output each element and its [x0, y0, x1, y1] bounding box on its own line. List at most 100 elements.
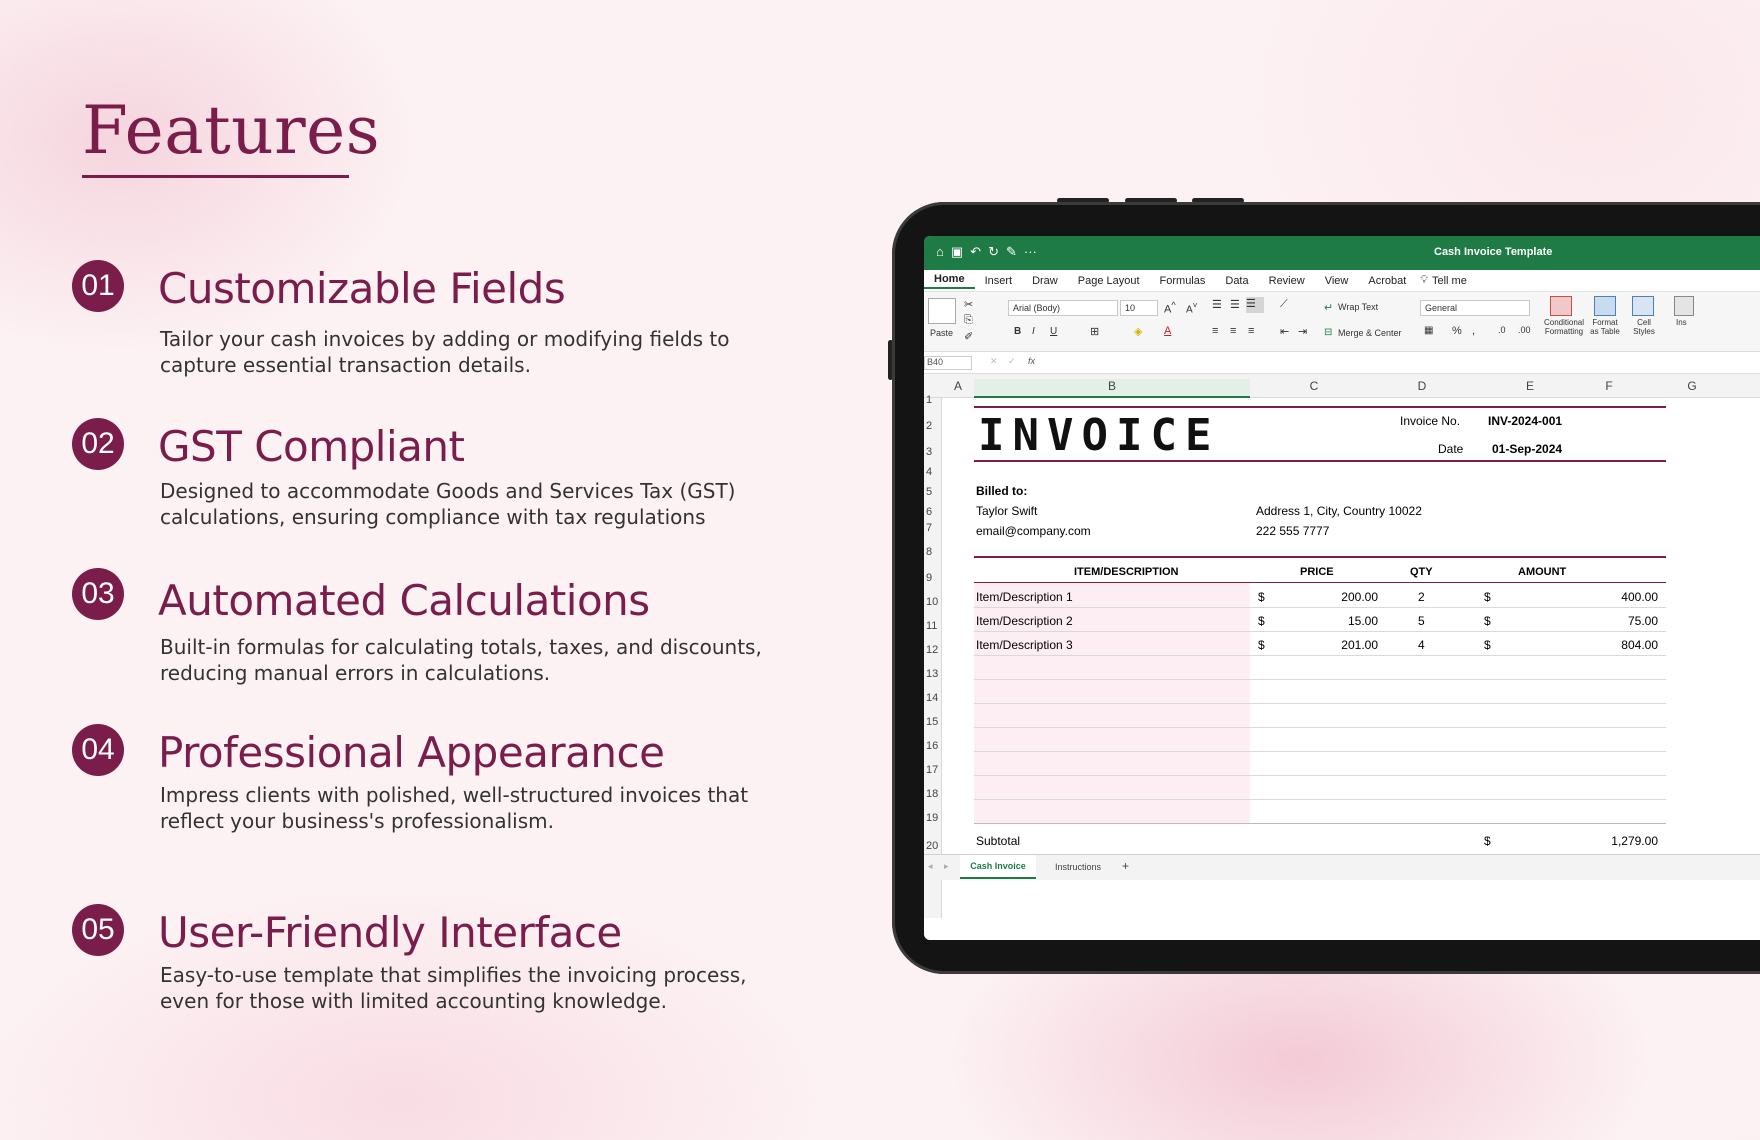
row-header[interactable]: 12 — [926, 644, 938, 656]
sheet-grid[interactable]: 1 2 3 4 5 6 7 8 9 10 11 12 13 14 15 16 1… — [924, 394, 1760, 918]
cell-styles-icon[interactable] — [1632, 296, 1654, 316]
row-header[interactable]: 18 — [926, 788, 938, 800]
item-qty[interactable]: 2 — [1418, 590, 1425, 604]
tab-insert[interactable]: Insert — [975, 275, 1023, 287]
client-address[interactable]: Address 1, City, Country 10022 — [1256, 504, 1422, 518]
copy-icon[interactable]: ⎘ — [964, 314, 973, 327]
italic-button[interactable]: I — [1032, 326, 1035, 337]
row-header[interactable]: 13 — [926, 668, 938, 680]
sheet-tab-instructions[interactable]: Instructions — [1040, 855, 1116, 879]
item-description[interactable]: Item/Description 1 — [976, 590, 1073, 604]
item-qty[interactable]: 4 — [1418, 638, 1425, 652]
item-price[interactable]: 201.00 — [1332, 638, 1378, 652]
borders-icon[interactable]: ⊞ — [1090, 325, 1099, 338]
tab-acrobat[interactable]: Acrobat — [1358, 275, 1416, 287]
column-header[interactable]: F — [1594, 379, 1624, 393]
column-header[interactable]: G — [1624, 379, 1760, 393]
tab-page-layout[interactable]: Page Layout — [1068, 275, 1150, 287]
row-header[interactable]: 11 — [926, 620, 937, 632]
more-icon[interactable]: ··· — [1024, 244, 1037, 260]
column-header[interactable]: B — [974, 379, 1250, 398]
client-email[interactable]: email@company.com — [976, 524, 1091, 538]
merge-center-button[interactable]: Merge & Center — [1338, 328, 1402, 338]
cut-icon[interactable]: ✂ — [964, 298, 973, 311]
client-name[interactable]: Taylor Swift — [976, 504, 1037, 518]
font-color-icon[interactable]: A — [1164, 325, 1171, 337]
insert-cells-icon[interactable] — [1674, 296, 1694, 316]
number-format-select[interactable]: General — [1420, 300, 1530, 316]
row-header[interactable]: 8 — [926, 546, 932, 558]
tab-home[interactable]: Home — [924, 273, 975, 289]
orientation-icon[interactable]: ⟋ — [1280, 298, 1288, 311]
edit-icon[interactable]: ✎ — [1006, 244, 1017, 260]
undo-icon[interactable]: ↶ — [970, 244, 981, 260]
sheet-tab-cash-invoice[interactable]: Cash Invoice — [960, 855, 1036, 879]
redo-icon[interactable]: ↻ — [988, 244, 999, 260]
column-header[interactable]: E — [1466, 379, 1594, 393]
client-phone[interactable]: 222 555 7777 — [1256, 524, 1329, 538]
scroll-left-icon[interactable]: ◂ — [928, 861, 933, 872]
conditional-formatting-button[interactable]: Conditional Formatting — [1544, 318, 1584, 336]
paste-icon[interactable] — [928, 298, 956, 324]
row-header[interactable]: 20 — [926, 840, 938, 852]
tab-view[interactable]: View — [1315, 275, 1359, 287]
underline-button[interactable]: U — [1050, 326, 1057, 337]
tell-me-search[interactable]: Tell me — [1430, 275, 1477, 287]
tab-data[interactable]: Data — [1215, 275, 1258, 287]
align-center-icon[interactable]: ≡ — [1230, 325, 1236, 337]
decrease-indent-icon[interactable]: ⇤ — [1280, 325, 1289, 338]
percent-icon[interactable]: % — [1452, 325, 1462, 337]
tab-review[interactable]: Review — [1259, 275, 1315, 287]
tab-draw[interactable]: Draw — [1022, 275, 1068, 287]
row-header[interactable]: 5 — [926, 486, 932, 498]
item-description[interactable]: Item/Description 2 — [976, 614, 1073, 628]
accounting-format-icon[interactable]: ▦ — [1424, 325, 1433, 336]
cancel-icon[interactable]: ✕ — [990, 356, 998, 367]
home-icon[interactable]: ⌂ — [936, 244, 944, 260]
item-price[interactable]: 15.00 — [1332, 614, 1378, 628]
align-middle-icon[interactable]: ☰ — [1230, 298, 1240, 311]
row-header[interactable]: 2 — [926, 420, 932, 432]
row-header[interactable]: 14 — [926, 692, 938, 704]
row-header[interactable]: 9 — [926, 572, 932, 584]
comma-style-icon[interactable]: , — [1472, 325, 1475, 337]
row-header[interactable]: 6 — [926, 506, 932, 518]
column-header[interactable]: D — [1378, 379, 1466, 393]
fill-color-icon[interactable]: ◈ — [1134, 325, 1142, 338]
decrease-font-icon[interactable]: A˅ — [1186, 300, 1198, 315]
increase-indent-icon[interactable]: ⇥ — [1298, 325, 1307, 338]
decrease-decimal-icon[interactable]: .00 — [1518, 325, 1531, 335]
name-box[interactable]: B40 — [924, 356, 972, 370]
row-header[interactable]: 17 — [926, 764, 938, 776]
add-sheet-button[interactable]: + — [1122, 859, 1129, 873]
row-header[interactable]: 19 — [926, 812, 938, 824]
format-painter-icon[interactable]: ✐ — [964, 330, 973, 343]
row-header[interactable]: 15 — [926, 716, 938, 728]
function-icon[interactable]: fx — [1028, 356, 1035, 366]
column-header[interactable]: C — [1250, 379, 1378, 393]
item-qty[interactable]: 5 — [1418, 614, 1425, 628]
conditional-formatting-icon[interactable] — [1550, 296, 1572, 316]
increase-font-icon[interactable]: A^ — [1164, 300, 1176, 316]
bold-button[interactable]: B — [1014, 326, 1021, 337]
wrap-text-button[interactable]: Wrap Text — [1338, 302, 1378, 312]
column-header[interactable]: A — [942, 379, 974, 393]
insert-cells-button[interactable]: Ins — [1676, 318, 1687, 327]
align-top-icon[interactable]: ☰ — [1212, 298, 1222, 311]
format-as-table-button[interactable]: Format as Table — [1588, 318, 1622, 336]
row-header[interactable]: 16 — [926, 740, 938, 752]
font-name-select[interactable]: Arial (Body) — [1008, 300, 1118, 316]
tab-formulas[interactable]: Formulas — [1150, 275, 1216, 287]
increase-decimal-icon[interactable]: .0 — [1498, 325, 1506, 335]
save-icon[interactable]: ▣ — [951, 244, 963, 260]
row-header[interactable]: 10 — [926, 596, 938, 608]
align-right-icon[interactable]: ≡ — [1248, 325, 1254, 337]
row-header[interactable]: 3 — [926, 446, 932, 458]
align-bottom-icon[interactable]: ☰ — [1246, 297, 1264, 313]
row-header[interactable]: 7 — [926, 522, 932, 534]
confirm-icon[interactable]: ✓ — [1008, 356, 1016, 367]
font-size-select[interactable]: 10 — [1120, 300, 1158, 316]
item-description[interactable]: Item/Description 3 — [976, 638, 1073, 652]
cell-styles-button[interactable]: Cell Styles — [1630, 318, 1658, 336]
paste-button[interactable]: Paste — [930, 328, 953, 338]
